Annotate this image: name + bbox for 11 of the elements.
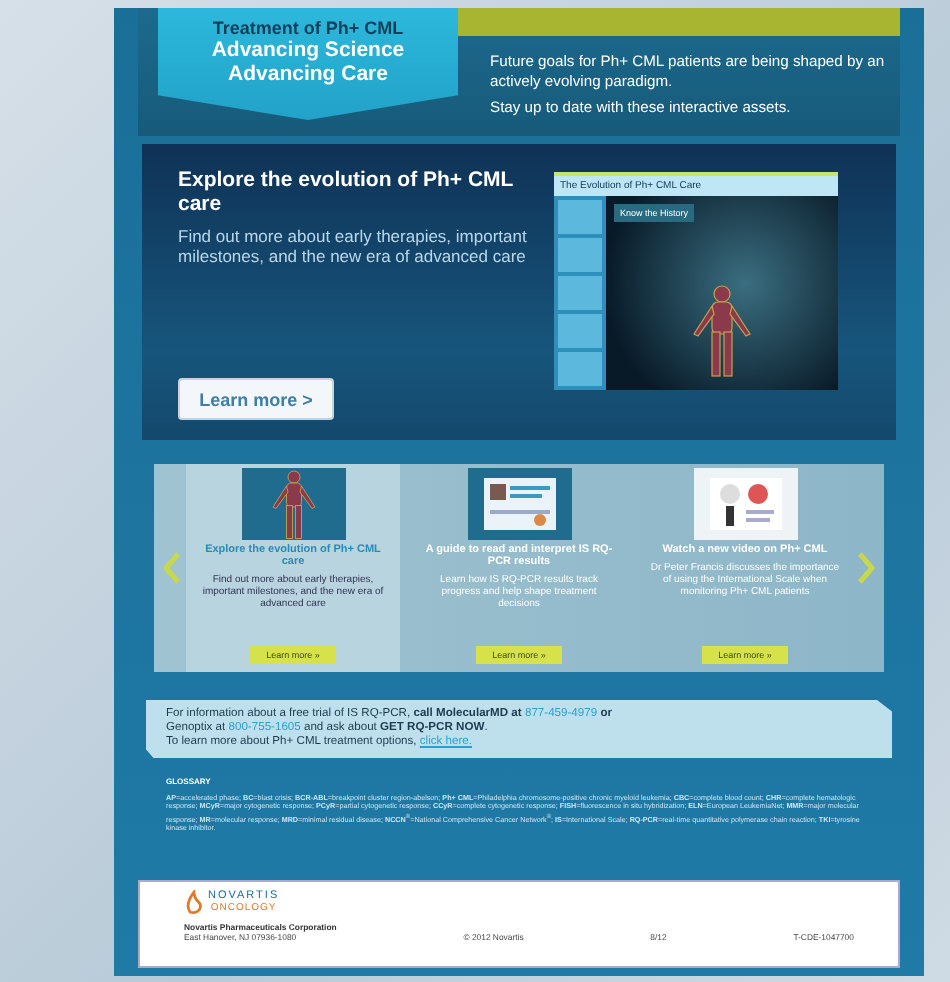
- report-drawing: [479, 474, 559, 534]
- chevron-left-icon: [162, 552, 182, 584]
- hero-text: Find out more about early therapies, important milestones, and the new era of advanced care: [178, 226, 529, 266]
- chevron-right-icon: [856, 552, 876, 584]
- learn-more-button[interactable]: Learn more >: [178, 378, 334, 420]
- banner-headline: Advancing Science: [211, 38, 405, 62]
- flame-icon: [184, 890, 204, 914]
- hero-title: Explore the evolution of Ph+ CML care: [178, 168, 516, 216]
- video-drawing: [705, 474, 785, 534]
- banner-kicker: Treatment of Ph+ CML: [212, 18, 404, 38]
- banner-headline: Advancing Care: [228, 62, 388, 86]
